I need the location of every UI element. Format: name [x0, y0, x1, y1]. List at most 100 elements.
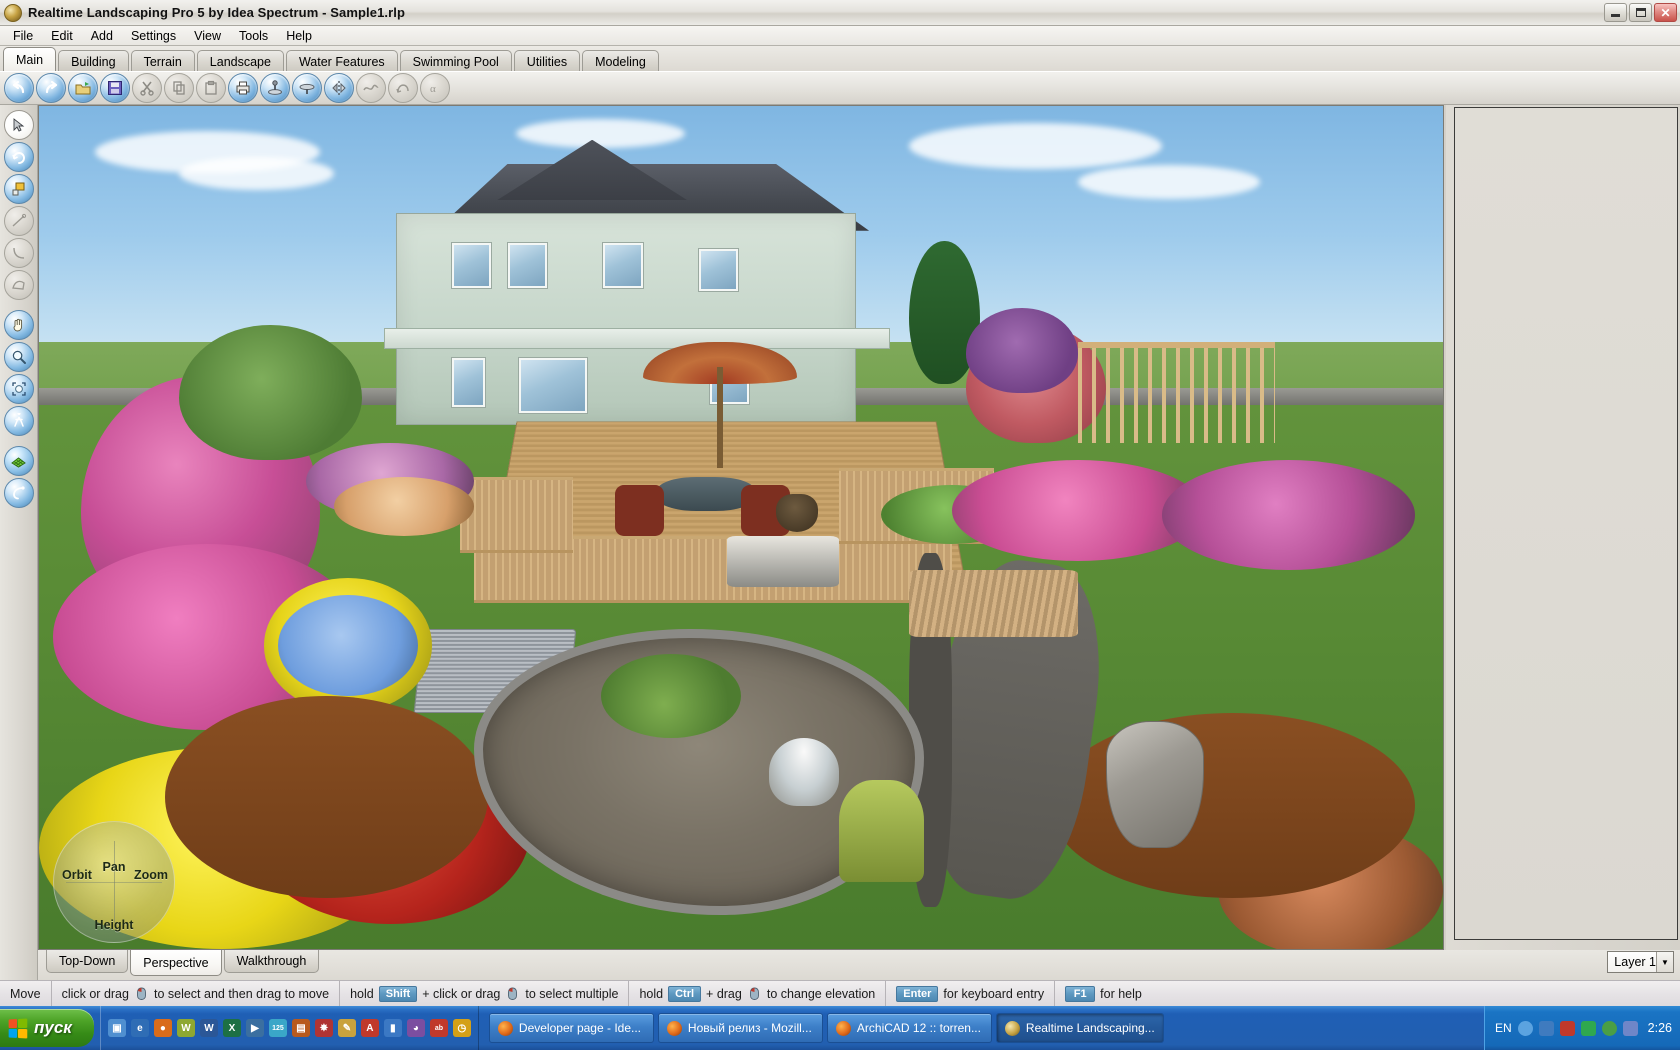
tab-landscape[interactable]: Landscape [196, 50, 284, 72]
select-arrow-tool[interactable] [3, 110, 34, 140]
align-ground-icon[interactable] [260, 73, 290, 103]
pan-hand-tool[interactable] [3, 310, 34, 340]
redo-icon[interactable] [36, 73, 66, 103]
rotate-tool[interactable] [3, 142, 34, 172]
chevron-down-icon[interactable]: ▼ [1656, 952, 1673, 972]
tab-terrain[interactable]: Terrain [130, 50, 195, 72]
close-button[interactable]: ✕ [1654, 3, 1677, 22]
lounge-chair[interactable] [726, 535, 840, 587]
arc-draw-tool [3, 238, 34, 268]
tray-expand-icon[interactable] [1517, 1020, 1533, 1036]
notes-icon[interactable]: ✎ [337, 1019, 356, 1037]
layer-dropdown[interactable]: Layer 1 ▼ [1607, 951, 1674, 973]
taskbar-item-realtime-landscaping[interactable]: Realtime Landscaping... [995, 1013, 1164, 1043]
nav-pan-label[interactable]: Pan [103, 860, 126, 874]
tab-utilities[interactable]: Utilities [513, 50, 581, 72]
nav-height-label[interactable]: Height [95, 918, 134, 932]
key-f1: F1 [1065, 985, 1096, 1002]
taskbar-item-novyi-reliz[interactable]: Новый релиз - Mozill... [657, 1013, 823, 1043]
tab-swimming-pool[interactable]: Swimming Pool [399, 50, 512, 72]
abbyy-icon[interactable]: ab [429, 1019, 448, 1037]
pergola-structure[interactable] [1077, 342, 1275, 444]
menu-add[interactable]: Add [82, 27, 122, 45]
flowerbed-far-right[interactable] [1162, 460, 1415, 570]
nero-icon[interactable]: ▤ [291, 1019, 310, 1037]
quick-launch-bar: ▣ e ● W W X ▶ 125 ▤ ✸ ✎ A ▮ ◕ ab ◷ [99, 1006, 479, 1050]
menu-tools[interactable]: Tools [230, 27, 277, 45]
menu-settings[interactable]: Settings [122, 27, 185, 45]
view-tab-walkthrough[interactable]: Walkthrough [223, 950, 320, 973]
antivirus-icon[interactable] [1559, 1020, 1575, 1036]
measure-tool[interactable] [3, 478, 34, 508]
zoom-extents-tool[interactable] [3, 374, 34, 404]
word-icon[interactable]: W [199, 1019, 218, 1037]
nav-zoom-label[interactable]: Zoom [134, 868, 168, 882]
deck-railing-left[interactable] [460, 476, 573, 553]
start-button[interactable]: пуск [0, 1009, 94, 1047]
menu-help[interactable]: Help [277, 27, 321, 45]
planter-urn[interactable] [776, 493, 819, 532]
3d-landscape-render[interactable]: Orbit Zoom Pan Height [38, 105, 1444, 950]
menu-view[interactable]: View [185, 27, 230, 45]
open-folder-icon[interactable] [68, 73, 98, 103]
terrain-flatten-icon[interactable] [292, 73, 322, 103]
grid-terrain-tool[interactable] [3, 446, 34, 476]
pond-reeds[interactable] [839, 780, 924, 882]
water-fountain[interactable] [769, 738, 840, 806]
zoom-magnifier-tool[interactable] [3, 342, 34, 372]
pond-grasses[interactable] [600, 653, 741, 739]
house-model[interactable] [362, 139, 924, 443]
print-icon[interactable] [228, 73, 258, 103]
view-tab-top-down[interactable]: Top-Down [46, 950, 129, 973]
update-icon[interactable] [1601, 1020, 1617, 1036]
shrubs-house-front-mid[interactable] [333, 476, 475, 536]
mail-icon[interactable] [1622, 1020, 1638, 1036]
properties-tool[interactable] [3, 174, 34, 204]
mirror-icon[interactable] [324, 73, 354, 103]
archive-icon[interactable]: ◕ [406, 1019, 425, 1037]
wood-bridge[interactable] [909, 569, 1078, 638]
mouse-icon [747, 986, 762, 1001]
tab-main[interactable]: Main [3, 47, 57, 72]
downloader-icon[interactable]: 125 [268, 1019, 287, 1037]
menu-file[interactable]: File [4, 27, 42, 45]
utility-icon[interactable]: ✸ [314, 1019, 333, 1037]
tree-left-green[interactable] [179, 325, 362, 461]
save-disk-icon[interactable] [100, 73, 130, 103]
taskbar-item-archicad-torrent[interactable]: ArchiCAD 12 :: torren... [826, 1013, 992, 1043]
nav-orbit-label[interactable]: Orbit [62, 868, 92, 882]
network-icon[interactable] [1538, 1020, 1554, 1036]
walkthrough-tool[interactable] [3, 406, 34, 436]
mulch-bed-right[interactable] [1049, 712, 1415, 899]
winamp-icon[interactable]: W [176, 1019, 195, 1037]
taskbar-item-label: Realtime Landscaping... [1025, 1021, 1155, 1035]
tab-water-features[interactable]: Water Features [285, 50, 398, 72]
right-panel-content-area[interactable] [1454, 107, 1678, 940]
tab-building[interactable]: Building [58, 50, 129, 72]
stone-water-feature[interactable] [1106, 721, 1205, 848]
tree-purple-left[interactable] [965, 308, 1078, 393]
internet-explorer-icon[interactable]: e [130, 1019, 149, 1037]
taskbar-item-developer-page[interactable]: Developer page - Ide... [488, 1013, 654, 1043]
patio-chair-left[interactable] [614, 485, 664, 536]
minimize-button[interactable] [1604, 3, 1627, 22]
excel-icon[interactable]: X [222, 1019, 241, 1037]
battery-icon[interactable]: ▮ [383, 1019, 402, 1037]
show-desktop-icon[interactable]: ▣ [107, 1019, 126, 1037]
media-player-icon[interactable]: ▶ [245, 1019, 264, 1037]
navigation-compass-widget[interactable]: Orbit Zoom Pan Height [53, 821, 175, 943]
smooth-curve-icon [356, 73, 386, 103]
flowerbed-blue[interactable] [277, 594, 419, 697]
maximize-button[interactable] [1629, 3, 1652, 22]
power-icon[interactable] [1580, 1020, 1596, 1036]
firefox-icon[interactable]: ● [153, 1019, 172, 1037]
taskbar-clock[interactable]: 2:26 [1644, 1021, 1672, 1035]
tab-modeling[interactable]: Modeling [582, 50, 659, 72]
undo-icon[interactable] [4, 73, 34, 103]
menu-edit[interactable]: Edit [42, 27, 82, 45]
language-indicator[interactable]: EN [1495, 1021, 1512, 1035]
acrobat-icon[interactable]: A [360, 1019, 379, 1037]
clock-icon[interactable]: ◷ [452, 1019, 471, 1037]
mulch-bed-left[interactable] [165, 696, 489, 899]
view-tab-perspective[interactable]: Perspective [130, 950, 222, 976]
